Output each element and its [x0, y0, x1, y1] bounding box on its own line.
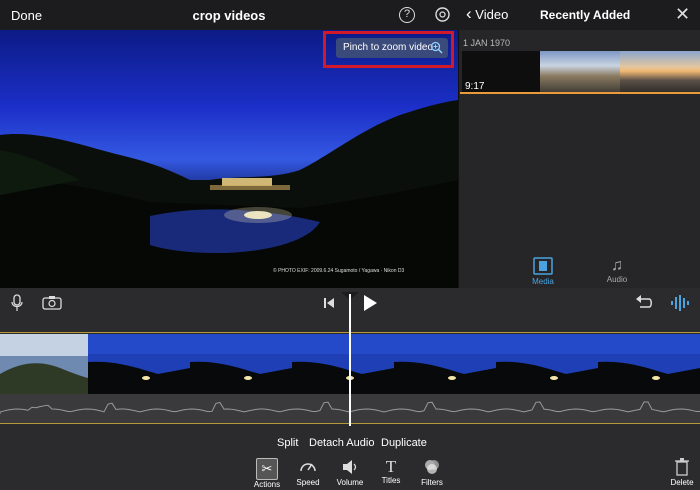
playhead[interactable] [349, 294, 351, 426]
scissors-icon: ✂ [256, 458, 278, 480]
close-icon[interactable]: ✕ [675, 4, 690, 25]
split-action[interactable]: Split [277, 437, 298, 449]
filmstrip-frame-light [448, 376, 456, 380]
tool-volume[interactable]: Volume [330, 458, 370, 487]
tool-filters-label: Filters [421, 478, 443, 487]
clip-duration: 9:17 [465, 81, 485, 92]
tool-filters[interactable]: Filters [412, 458, 452, 487]
project-title: crop videos [192, 8, 266, 23]
tool-speed[interactable]: Speed [288, 458, 328, 487]
tab-media[interactable]: Media [518, 257, 568, 286]
filmstrip-frame-light [244, 376, 252, 380]
filmstrip-frame-sky [292, 334, 394, 354]
tab-media-label: Media [532, 277, 554, 286]
play-icon[interactable] [362, 294, 378, 317]
filmstrip-frame-light [550, 376, 558, 380]
filmstrip-frame-sky [598, 334, 700, 354]
settings-gear-icon[interactable] [434, 6, 451, 28]
filmstrip-frame-sky [88, 334, 190, 354]
chevron-left-icon: ‹ [466, 4, 472, 23]
filmstrip-frame-sky [394, 334, 496, 354]
recently-added-title: Recently Added [540, 8, 631, 22]
date-header: 1 JAN 1970 [463, 38, 511, 48]
tool-titles-label: Titles [381, 476, 401, 485]
filters-circles-icon [425, 460, 439, 474]
filmstrip-frame-light [142, 376, 150, 380]
tool-actions-label: Actions [253, 480, 281, 489]
tool-speed-label: Speed [296, 478, 320, 487]
duplicate-action[interactable]: Duplicate [381, 437, 427, 449]
video-viewer[interactable]: © PHOTO EXIF: 2009.6.24 Sugamoto / Yagaw… [0, 30, 458, 288]
music-note-icon: ♫ [611, 257, 623, 274]
photo-watermark: © PHOTO EXIF: 2009.6.24 Sugamoto / Yagaw… [273, 267, 404, 274]
audio-waveform-icon[interactable] [670, 294, 690, 317]
speaker-icon [343, 460, 357, 474]
media-clip-mountain-2[interactable] [620, 51, 700, 93]
media-clip-mountain-1[interactable] [540, 51, 620, 93]
titles-t-icon: T [385, 457, 397, 476]
camera-icon[interactable] [42, 295, 62, 315]
trash-icon [675, 458, 689, 476]
clip-selection-bar [460, 92, 700, 94]
detach-audio-action[interactable]: Detach Audio [309, 437, 374, 449]
back-label: Video [475, 7, 509, 22]
filmstrip-frame-sky [496, 334, 598, 354]
tab-audio-label: Audio [606, 275, 628, 284]
help-icon[interactable]: ? [399, 7, 415, 23]
tool-actions[interactable]: ✂ Actions [247, 458, 287, 489]
skip-to-start-icon[interactable] [323, 296, 335, 314]
filmstrip-frame-sky [190, 334, 292, 354]
undo-icon[interactable] [635, 295, 653, 316]
delete-label: Delete [670, 478, 694, 487]
back-to-video-button[interactable]: ‹ Video [466, 4, 509, 23]
microphone-icon[interactable] [10, 294, 24, 317]
night-landscape-image: © PHOTO EXIF: 2009.6.24 Sugamoto / Yagaw… [0, 100, 458, 288]
media-film-icon [533, 257, 553, 275]
filmstrip-frame-light [652, 376, 660, 380]
tool-titles[interactable]: T Titles [371, 457, 411, 486]
highlight-box [323, 31, 454, 68]
tool-volume-label: Volume [336, 478, 364, 487]
delete-button[interactable]: Delete [662, 458, 700, 487]
tab-audio[interactable]: ♫ Audio [592, 257, 642, 284]
speedometer-icon [300, 463, 316, 472]
